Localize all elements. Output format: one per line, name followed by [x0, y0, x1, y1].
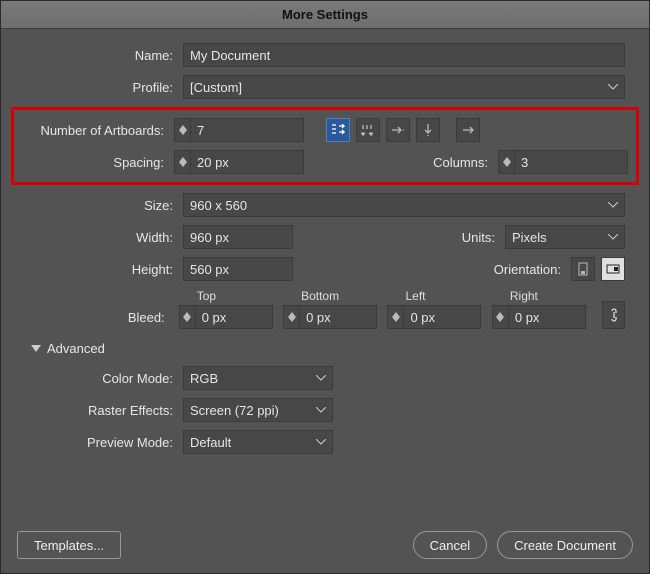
size-select[interactable]: 960 x 560: [183, 193, 625, 217]
profile-label: Profile:: [25, 80, 177, 95]
bleed-top-stepper[interactable]: 0 px: [179, 305, 273, 329]
orientation-label: Orientation:: [494, 262, 565, 277]
triangle-down-icon: [31, 345, 41, 353]
chevron-down-icon: [608, 202, 618, 208]
grid-by-column-icon[interactable]: [356, 118, 380, 142]
artboards-label: Number of Artboards:: [22, 123, 168, 138]
preview-label: Preview Mode:: [25, 435, 177, 450]
chevron-down-icon: [316, 407, 326, 413]
bleed-bottom-label: Bottom: [283, 289, 377, 305]
cancel-button[interactable]: Cancel: [413, 531, 487, 559]
name-label: Name:: [25, 48, 177, 63]
bleed-left-stepper[interactable]: 0 px: [387, 305, 481, 329]
portrait-icon: [578, 262, 588, 276]
grid-by-row-icon[interactable]: [326, 118, 350, 142]
arrange-right-icon[interactable]: [386, 118, 410, 142]
bleed-left-value: 0 px: [404, 310, 480, 325]
arrange-down-icon[interactable]: [416, 118, 440, 142]
units-value: Pixels: [512, 230, 547, 245]
preview-value: Default: [190, 435, 231, 450]
bleed-top-value: 0 px: [196, 310, 272, 325]
dialog-title: More Settings: [1, 1, 649, 29]
raster-select[interactable]: Screen (72 ppi): [183, 398, 333, 422]
create-document-button[interactable]: Create Document: [497, 531, 633, 559]
advanced-label: Advanced: [47, 341, 105, 356]
bleed-bottom-stepper[interactable]: 0 px: [283, 305, 377, 329]
bleed-link-button[interactable]: [602, 301, 625, 329]
bleed-right-value: 0 px: [509, 310, 585, 325]
stepper-arrows-icon[interactable]: [180, 306, 196, 328]
more-settings-dialog: More Settings Name: Profile: [Custom] Nu…: [0, 0, 650, 574]
height-input[interactable]: [183, 257, 293, 281]
bleed-left-label: Left: [387, 289, 481, 305]
chevron-down-icon: [316, 439, 326, 445]
bleed-top-label: Top: [179, 289, 273, 305]
colormode-select[interactable]: RGB: [183, 366, 333, 390]
artboards-highlight: Number of Artboards: 7: [11, 107, 639, 185]
artboards-value: 7: [191, 123, 303, 138]
landscape-icon: [606, 264, 620, 274]
link-icon: [609, 307, 619, 323]
columns-stepper[interactable]: 3: [498, 150, 628, 174]
width-label: Width:: [25, 230, 177, 245]
stepper-arrows-icon[interactable]: [493, 306, 509, 328]
chevron-down-icon: [316, 375, 326, 381]
chevron-down-icon: [608, 84, 618, 90]
colormode-value: RGB: [190, 371, 218, 386]
size-label: Size:: [25, 198, 177, 213]
raster-value: Screen (72 ppi): [190, 403, 279, 418]
preview-select[interactable]: Default: [183, 430, 333, 454]
columns-value: 3: [515, 155, 627, 170]
stepper-arrows-icon[interactable]: [388, 306, 404, 328]
size-value: 960 x 560: [190, 198, 247, 213]
templates-button[interactable]: Templates...: [17, 531, 121, 559]
units-label: Units:: [462, 230, 499, 245]
raster-label: Raster Effects:: [25, 403, 177, 418]
bleed-label: Bleed:: [25, 310, 169, 329]
chevron-down-icon: [608, 234, 618, 240]
advanced-toggle[interactable]: Advanced: [31, 341, 625, 356]
layout-direction-icon[interactable]: [456, 118, 480, 142]
stepper-arrows-icon[interactable]: [175, 119, 191, 141]
colormode-label: Color Mode:: [25, 371, 177, 386]
width-input[interactable]: [183, 225, 293, 249]
name-input[interactable]: [183, 43, 625, 67]
stepper-arrows-icon[interactable]: [284, 306, 300, 328]
height-label: Height:: [25, 262, 177, 277]
profile-select[interactable]: [Custom]: [183, 75, 625, 99]
columns-label: Columns:: [433, 155, 492, 170]
bleed-right-label: Right: [492, 289, 586, 305]
spacing-label: Spacing:: [22, 155, 168, 170]
orientation-landscape-button[interactable]: [601, 257, 625, 281]
spacing-stepper[interactable]: 20 px: [174, 150, 304, 174]
spacing-value: 20 px: [191, 155, 303, 170]
bleed-bottom-value: 0 px: [300, 310, 376, 325]
stepper-arrows-icon[interactable]: [175, 151, 191, 173]
units-select[interactable]: Pixels: [505, 225, 625, 249]
stepper-arrows-icon[interactable]: [499, 151, 515, 173]
orientation-portrait-button[interactable]: [571, 257, 595, 281]
bleed-right-stepper[interactable]: 0 px: [492, 305, 586, 329]
profile-value: [Custom]: [190, 80, 242, 95]
artboards-stepper[interactable]: 7: [174, 118, 304, 142]
